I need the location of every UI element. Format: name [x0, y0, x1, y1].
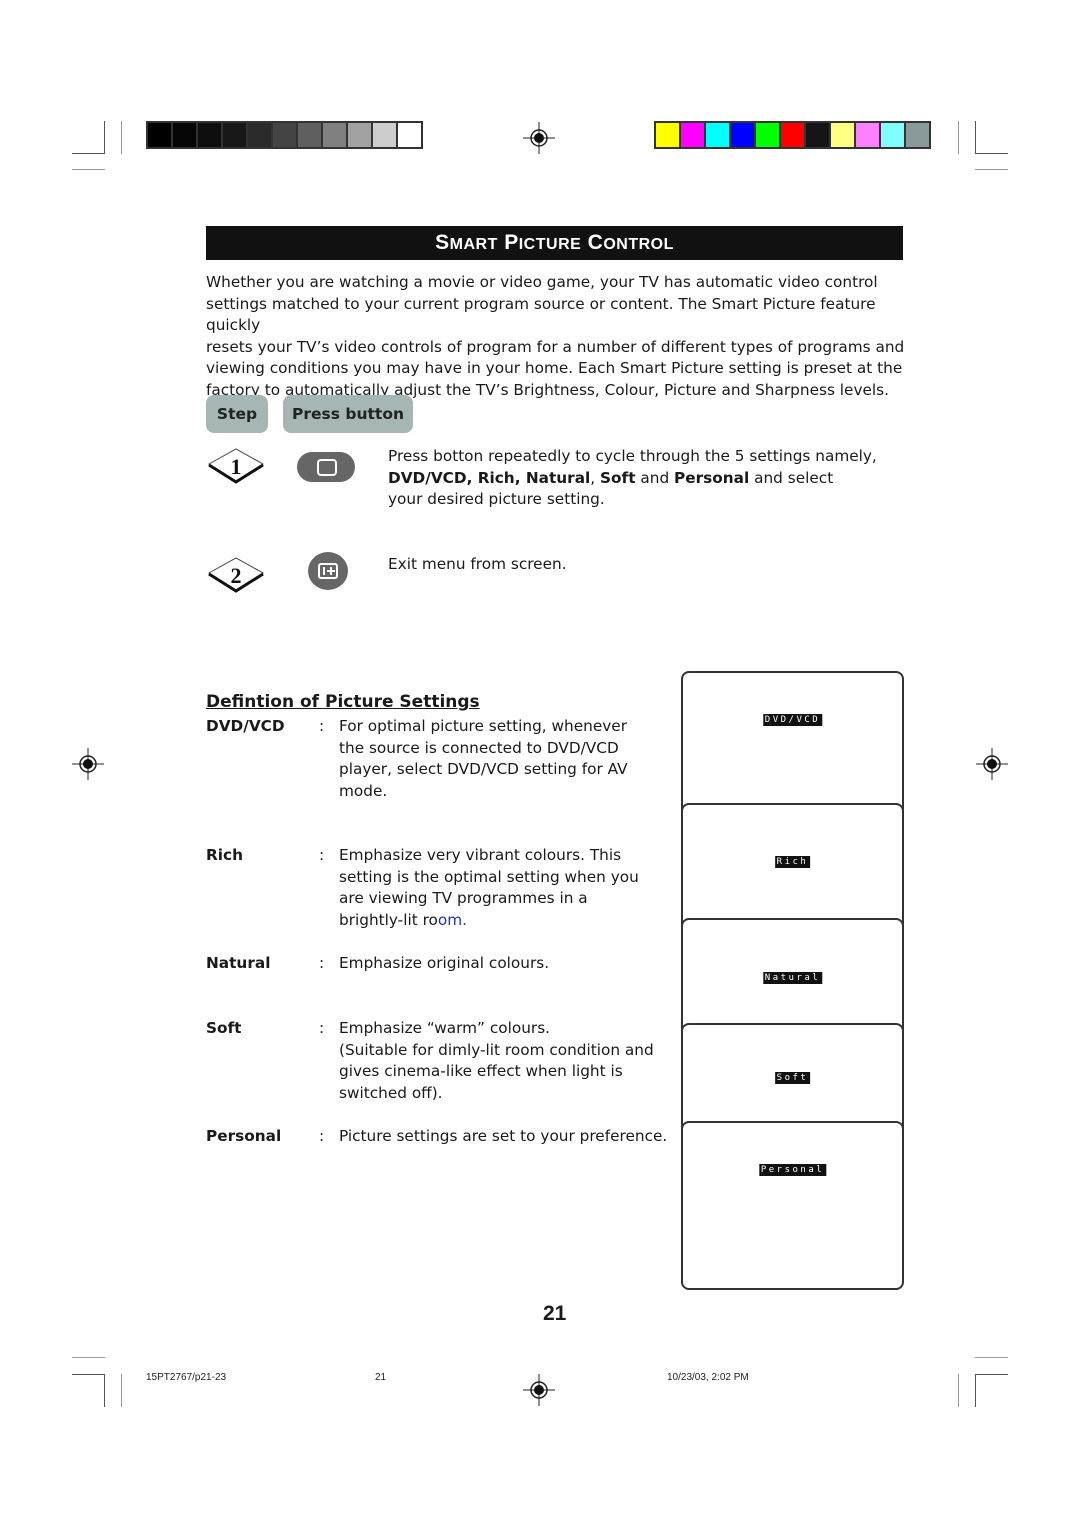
definition-term: Rich — [206, 846, 243, 864]
definition-term: Soft — [206, 1019, 242, 1037]
definition-colon: : — [319, 846, 325, 864]
step-number: 1 — [231, 454, 242, 479]
definition-description: Emphasize very vibrant colours. This set… — [339, 846, 639, 929]
color-calibration-bar — [654, 121, 931, 149]
color-swatch — [881, 123, 904, 147]
press-button-column-header: Press button — [283, 395, 413, 433]
color-swatch — [348, 123, 371, 147]
title-word: PICTURE — [504, 231, 582, 254]
intro-paragraph: Whether you are watching a movie or vide… — [206, 272, 911, 402]
definition-term: Personal — [206, 1127, 282, 1145]
definition-description: Emphasize “warm” colours. (Suitable for … — [339, 1019, 654, 1102]
intro-line: Whether you are watching a movie or vide… — [206, 273, 878, 291]
smart-picture-button-icon — [297, 452, 355, 482]
footer-page: 21 — [375, 1372, 387, 1383]
color-swatch — [906, 123, 929, 147]
page-title: SMART PICTURE CONTROL — [206, 226, 903, 260]
color-swatch — [148, 123, 171, 147]
step-2-line: Exit menu from screen. — [388, 555, 567, 573]
tv-screen-personal: Personal — [681, 1121, 904, 1290]
grayscale-calibration-bar — [146, 121, 423, 149]
definition-term: DVD/VCD — [206, 717, 285, 735]
color-swatch — [706, 123, 729, 147]
registration-mark-icon — [523, 122, 555, 154]
footer-file-name: 15PT2767/p21-23 — [146, 1372, 227, 1383]
definition-description: Emphasize original colours. — [339, 954, 550, 972]
color-swatch — [398, 123, 421, 147]
registration-mark-icon — [976, 748, 1008, 780]
step-1-line: your desired picture setting. — [388, 490, 605, 509]
definition-colon: : — [319, 717, 325, 735]
color-swatch — [756, 123, 779, 147]
press-button-header-label: Press button — [292, 405, 404, 423]
osd-label: Personal — [758, 1164, 827, 1176]
color-swatch — [223, 123, 246, 147]
step-1-line: DVD/VCD, Rich, Natural, Soft and Persona… — [388, 468, 834, 487]
color-swatch — [831, 123, 854, 147]
intro-line: resets your TV’s video controls of progr… — [206, 337, 905, 356]
registration-mark-icon — [523, 1374, 555, 1406]
page-number: 21 — [543, 1302, 567, 1325]
color-swatch — [781, 123, 804, 147]
color-swatch — [248, 123, 271, 147]
definition-colon: : — [319, 1127, 325, 1145]
color-swatch — [373, 123, 396, 147]
title-word: SMART — [435, 231, 498, 254]
footer-timestamp: 10/23/03, 2:02 PM — [667, 1372, 749, 1383]
step-2-diamond-icon: 2 — [208, 557, 264, 593]
color-swatch — [273, 123, 296, 147]
osd-label: Natural — [762, 972, 823, 984]
registration-mark-icon — [72, 748, 104, 780]
title-word: CONTROL — [587, 231, 674, 254]
osd-label: DVD/VCD — [762, 714, 823, 726]
step-column-header: Step — [206, 395, 268, 433]
definitions-title: Defintion of Picture Settings — [206, 692, 480, 712]
definition-colon: : — [319, 1019, 325, 1037]
step-1-description: Press botton repeatedly to cycle through… — [388, 446, 877, 511]
color-swatch — [323, 123, 346, 147]
color-swatch — [298, 123, 321, 147]
color-swatch — [806, 123, 829, 147]
step-header-label: Step — [216, 405, 258, 423]
osd-label: Soft — [774, 1072, 811, 1084]
color-swatch — [656, 123, 679, 147]
step-2-description: Exit menu from screen. — [388, 554, 567, 576]
definition-colon: : — [319, 954, 325, 972]
step-1-line: Press botton repeatedly to cycle through… — [388, 447, 877, 465]
color-swatch — [173, 123, 196, 147]
definition-description: Picture settings are set to your prefere… — [339, 1127, 668, 1145]
intro-line: settings matched to your current program… — [206, 294, 876, 335]
step-1-diamond-icon: 1 — [208, 448, 264, 484]
info-plus-button-icon — [308, 552, 348, 590]
color-swatch — [731, 123, 754, 147]
color-swatch — [681, 123, 704, 147]
color-swatch — [198, 123, 221, 147]
osd-label: Rich — [774, 856, 811, 868]
definition-term: Natural — [206, 954, 271, 972]
color-swatch — [856, 123, 879, 147]
definition-description: For optimal picture setting, whenever th… — [339, 717, 628, 800]
intro-line: viewing conditions you may have in your … — [206, 359, 903, 378]
step-number: 2 — [231, 563, 242, 588]
